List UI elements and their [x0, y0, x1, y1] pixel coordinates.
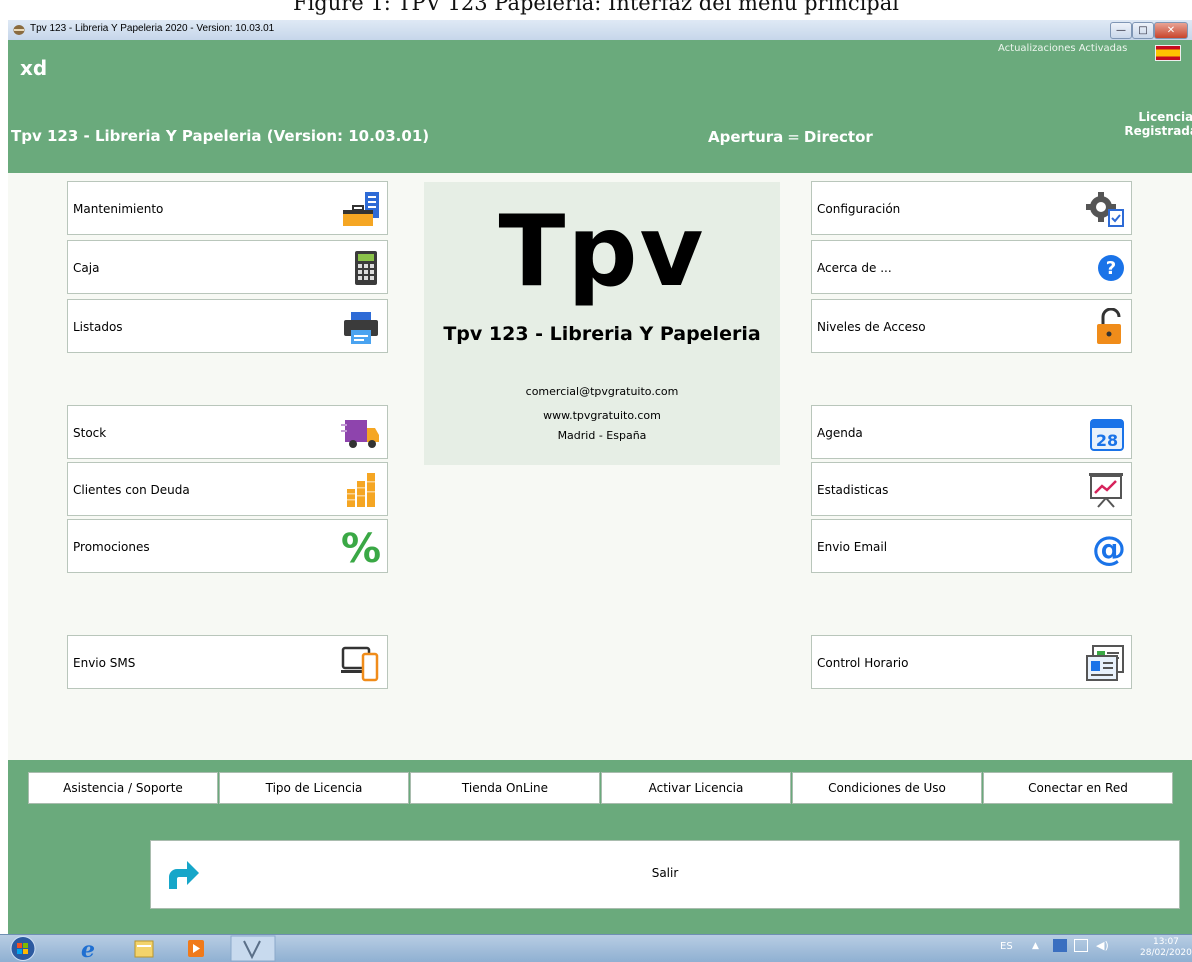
- app-header: [8, 40, 1192, 173]
- exit-button[interactable]: Salir: [150, 840, 1180, 909]
- activate-license-button[interactable]: Activar Licencia: [601, 772, 791, 804]
- os-taskbar: e ES ▲ ◀) 13:07 28/02/2020: [0, 934, 1192, 962]
- menu-configuracion[interactable]: Configuración: [811, 181, 1132, 235]
- at-sign-icon: @: [1092, 529, 1125, 566]
- opening-equals: =: [787, 128, 800, 146]
- app-window: Tpv 123 - Libreria Y Papeleria 2020 - Ve…: [8, 20, 1192, 934]
- maximize-button[interactable]: □: [1132, 22, 1154, 39]
- menu-promociones[interactable]: Promociones %: [67, 519, 388, 573]
- padlock-icon: [1097, 308, 1121, 344]
- menu-label: Promociones: [73, 540, 150, 554]
- close-button[interactable]: ✕: [1154, 22, 1188, 39]
- menu-label: Mantenimiento: [73, 202, 164, 216]
- contact-location: Madrid - España: [557, 429, 647, 442]
- minimize-button[interactable]: —: [1110, 22, 1132, 39]
- svg-text:e: e: [81, 937, 95, 960]
- product-name: Tpv 123 - Libreria Y Papeleria: [443, 323, 761, 345]
- spain-flag-icon[interactable]: [1155, 45, 1181, 61]
- menu-caja[interactable]: Caja: [67, 240, 388, 294]
- tpv-app-taskbar-icon[interactable]: [230, 935, 276, 962]
- terms-of-use-button[interactable]: Condiciones de Uso: [792, 772, 982, 804]
- toolbox-icon: [343, 192, 379, 226]
- window-title: Tpv 123 - Libreria Y Papeleria 2020 - Ve…: [30, 23, 275, 34]
- menu-label: Configuración: [817, 202, 901, 216]
- menu-label: Acerca de ...: [817, 261, 892, 275]
- menu-label: Caja: [73, 261, 100, 275]
- menu-acerca-de[interactable]: Acerca de ... ?: [811, 240, 1132, 294]
- clock-date: 28/02/2020: [1140, 948, 1192, 958]
- devices-icon: [341, 646, 379, 682]
- menu-label: Stock: [73, 426, 107, 440]
- network-tray-icon[interactable]: [1053, 939, 1067, 952]
- menu-label: Envio Email: [817, 540, 888, 554]
- app-icon: [13, 25, 25, 35]
- printer-icon: [344, 312, 378, 344]
- app-name: xd: [20, 56, 48, 80]
- menu-estadisticas[interactable]: Estadisticas: [811, 462, 1132, 516]
- menu-label: Envio SMS: [73, 656, 136, 670]
- menu-listados[interactable]: Listados: [67, 299, 388, 353]
- clock-time: 13:07: [1152, 937, 1179, 947]
- truck-icon: [341, 420, 379, 448]
- menu-envio-email[interactable]: Envio Email @: [811, 519, 1132, 573]
- contact-web: www.tpvgratuito.com: [543, 409, 661, 422]
- language-indicator[interactable]: ES: [1000, 941, 1013, 952]
- menu-label: Control Horario: [817, 656, 909, 670]
- menu-mantenimiento[interactable]: Mantenimiento: [67, 181, 388, 235]
- updates-status: Actualizaciones Activadas: [998, 43, 1128, 54]
- menu-agenda[interactable]: Agenda 28: [811, 405, 1132, 459]
- menu-clientes-deuda[interactable]: Clientes con Deuda: [67, 462, 388, 516]
- calendar-day: 28: [1096, 431, 1118, 450]
- brand-panel: Tpv Tpv 123 - Libreria Y Papeleria comer…: [424, 182, 780, 465]
- media-player-icon[interactable]: [178, 937, 214, 960]
- svg-text:%: %: [341, 528, 381, 566]
- internet-explorer-icon[interactable]: e: [70, 937, 106, 960]
- figure-caption: Figure 1: TPV 123 Papeleria: Interfaz de…: [293, 0, 899, 15]
- exit-label: Salir: [651, 866, 679, 880]
- title-bar: Tpv 123 - Libreria Y Papeleria 2020 - Ve…: [8, 20, 1192, 41]
- at-glyph: @: [1092, 529, 1125, 566]
- menu-label: Estadisticas: [817, 483, 889, 497]
- opening-user: Director: [803, 128, 873, 146]
- tray-expand-icon[interactable]: ▲: [1032, 941, 1039, 951]
- online-store-button[interactable]: Tienda OnLine: [410, 772, 600, 804]
- calendar-icon: 28: [1090, 419, 1124, 451]
- help-icon: ?: [1098, 255, 1124, 281]
- network-connect-button[interactable]: Conectar en Red: [983, 772, 1173, 804]
- volume-icon[interactable]: ◀): [1096, 939, 1109, 952]
- id-card-icon: [1086, 645, 1124, 681]
- start-button-icon[interactable]: [8, 935, 38, 962]
- system-clock[interactable]: 13:07 28/02/2020: [1140, 937, 1192, 959]
- menu-envio-sms[interactable]: Envio SMS: [67, 635, 388, 689]
- action-center-icon[interactable]: [1074, 939, 1088, 952]
- opening-info: Apertura = Director: [708, 128, 873, 146]
- support-button[interactable]: Asistencia / Soporte: [28, 772, 218, 804]
- menu-label: Clientes con Deuda: [73, 483, 190, 497]
- svg-text:?: ?: [1106, 258, 1116, 279]
- tpv-logo: Tpv: [498, 195, 706, 309]
- license-status: Licencia: Registrada: [1124, 110, 1192, 138]
- menu-control-horario[interactable]: Control Horario: [811, 635, 1132, 689]
- opening-label: Apertura: [708, 128, 784, 146]
- license-type-button[interactable]: Tipo de Licencia: [219, 772, 409, 804]
- menu-label: Agenda: [817, 426, 863, 440]
- menu-stock[interactable]: Stock: [67, 405, 388, 459]
- menu-label: Niveles de Acceso: [817, 320, 926, 334]
- file-explorer-icon[interactable]: [125, 937, 161, 960]
- percent-icon: %: [341, 528, 381, 566]
- coins-icon: [347, 473, 375, 507]
- gear-icon: [1086, 192, 1124, 227]
- menu-label: Listados: [73, 320, 123, 334]
- calculator-icon: [355, 251, 377, 285]
- app-title: Tpv 123 - Libreria Y Papeleria (Version:…: [11, 127, 430, 145]
- contact-email: comercial@tpvgratuito.com: [525, 385, 679, 398]
- chart-board-icon: [1089, 473, 1123, 508]
- menu-niveles-acceso[interactable]: Niveles de Acceso: [811, 299, 1132, 353]
